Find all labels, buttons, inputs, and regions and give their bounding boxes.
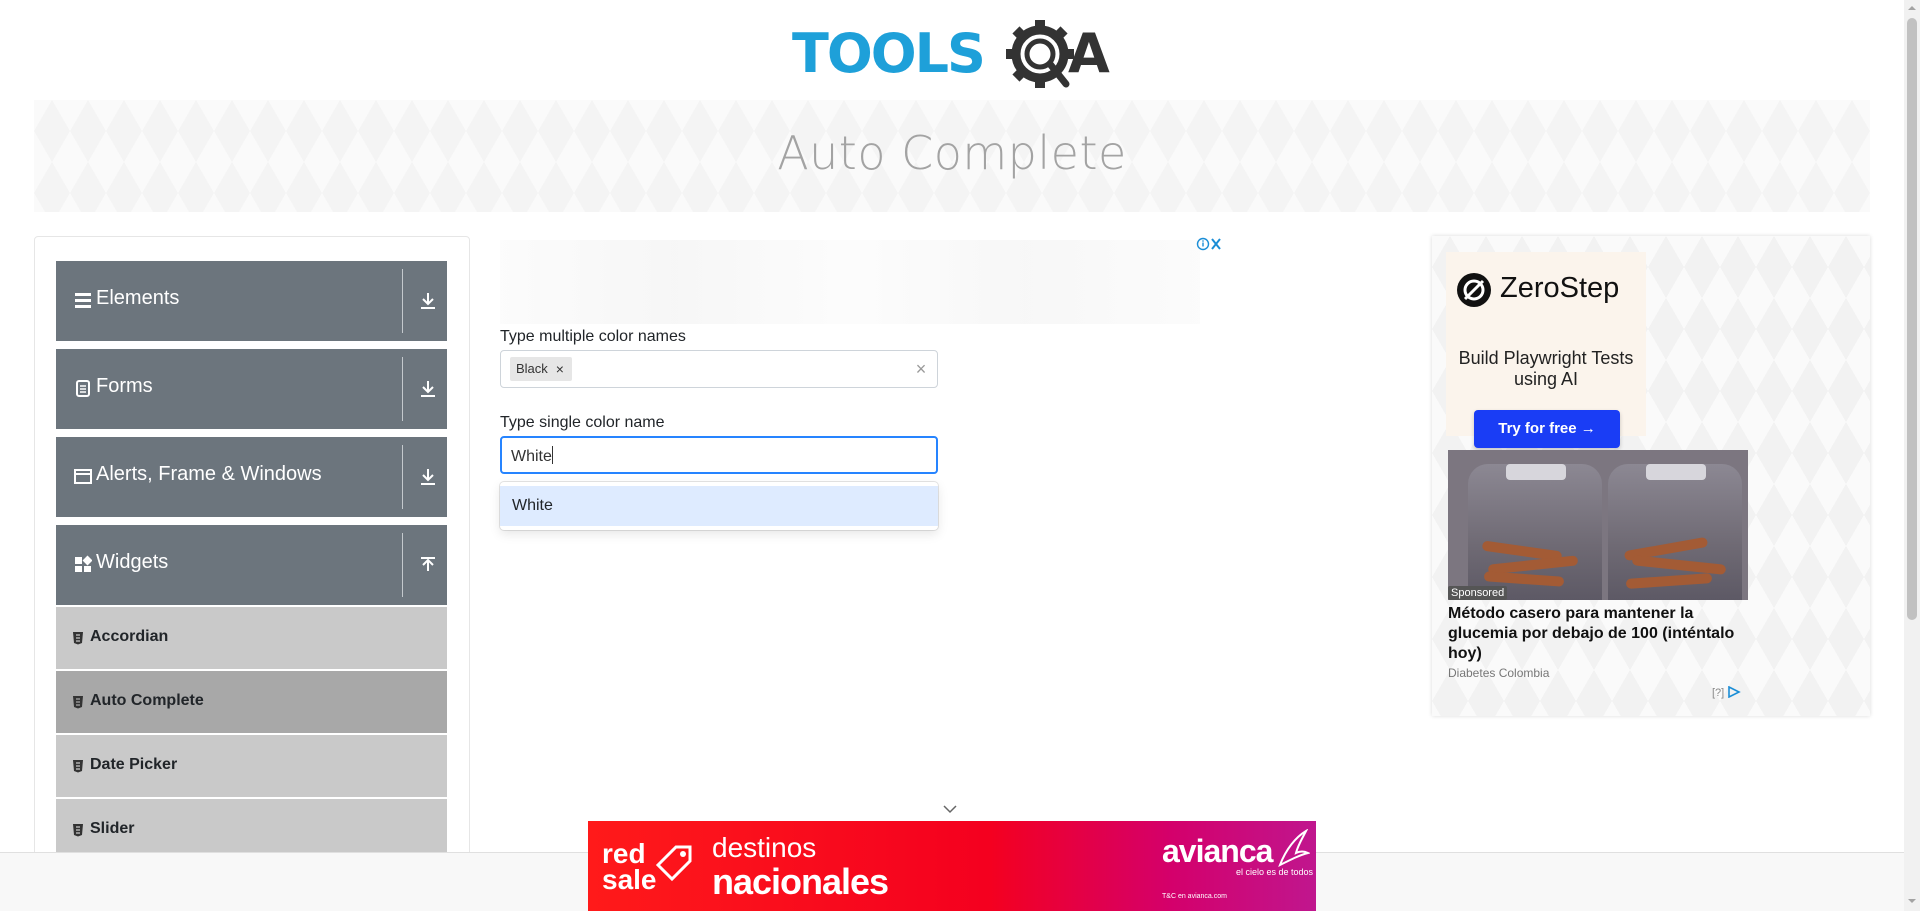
- adchoices-triangle-icon: [1728, 685, 1742, 699]
- avianca-terms: T&C en avianca.com: [1162, 893, 1227, 900]
- tag-icon: [655, 845, 692, 882]
- clear-icon[interactable]: ×: [913, 360, 929, 378]
- toolsqa-logo[interactable]: TOOLS A: [792, 14, 1114, 90]
- svg-text:TOOLS: TOOLS: [792, 22, 984, 85]
- upload-arrow-icon[interactable]: [419, 555, 437, 575]
- top-ad-slot[interactable]: [500, 236, 1226, 328]
- zerostep-logo-icon: [1457, 273, 1491, 307]
- sidebar-item-label: Slider: [90, 820, 135, 837]
- sidebar-item-auto-complete[interactable]: Auto Complete: [56, 671, 447, 733]
- divider: [402, 533, 403, 597]
- site-header: TOOLS A: [0, 0, 1904, 100]
- window-icon: [74, 469, 92, 484]
- chip-remove-icon[interactable]: ×: [552, 357, 568, 381]
- redsale-logo: red sale: [602, 840, 657, 895]
- text-caret: [551, 446, 553, 464]
- sidebar-group-alerts[interactable]: Alerts, Frame & Windows: [56, 437, 447, 517]
- sidebar-item-accordian[interactable]: Accordian: [56, 607, 447, 669]
- redsale-sale: sale: [602, 864, 657, 895]
- form-icon: [76, 380, 90, 397]
- scroll-down-arrow-icon[interactable]: [1907, 896, 1917, 906]
- scroll-up-arrow-icon[interactable]: [1907, 3, 1917, 13]
- divider: [402, 357, 403, 421]
- right-ad[interactable]: ZeroStep Build Playwright Tests using AI…: [1432, 236, 1870, 716]
- chevron-down-icon[interactable]: [942, 804, 958, 814]
- ad-placeholder: [500, 240, 1200, 324]
- ad-choices-link[interactable]: [?]: [1712, 685, 1742, 699]
- multi-color-input[interactable]: Black × ×: [500, 350, 938, 388]
- divider: [402, 269, 403, 333]
- try-for-free-button[interactable]: Try for free →: [1474, 410, 1620, 448]
- single-color-value: White: [511, 448, 552, 465]
- ad-line-nacionales: nacionales: [712, 861, 889, 902]
- single-color-label: Type single color name: [500, 414, 665, 431]
- sidebar-group-label: Alerts, Frame & Windows: [96, 463, 322, 485]
- color-chip: Black ×: [510, 357, 572, 381]
- sidebar-group-widgets[interactable]: Widgets: [56, 525, 447, 605]
- widgets-icon: [75, 555, 92, 572]
- sidebar-item-label: Date Picker: [90, 756, 178, 773]
- ad-choices-icon[interactable]: [1196, 236, 1224, 252]
- sidebar-group-label: Forms: [96, 375, 153, 397]
- sidebar-item-label: Auto Complete: [90, 692, 204, 709]
- html5-icon: [73, 760, 83, 773]
- menu-icon: [75, 293, 91, 308]
- divider: [402, 445, 403, 509]
- sponsored-badge: Sponsored: [1448, 586, 1508, 600]
- avianca-slogan: el cielo es de todos: [1236, 867, 1314, 877]
- html5-icon: [73, 824, 83, 837]
- sidebar: Elements Forms Alerts, Frame & Windows W…: [34, 236, 470, 911]
- multi-color-label: Type multiple color names: [500, 328, 686, 345]
- single-color-input[interactable]: White: [500, 436, 938, 474]
- chip-label: Black: [516, 361, 548, 376]
- download-arrow-icon[interactable]: [419, 291, 437, 311]
- avianca-logo: avianca: [1162, 833, 1273, 869]
- ad-choices-text: [?]: [1712, 687, 1725, 699]
- svg-text:A: A: [1068, 22, 1110, 85]
- ad-headline[interactable]: Método casero para mantener la glucemia …: [1448, 604, 1748, 664]
- download-arrow-icon[interactable]: [419, 379, 437, 399]
- scrollbar-thumb[interactable]: [1907, 18, 1917, 620]
- zerostep-tagline: Build Playwright Tests using AI: [1458, 348, 1634, 389]
- sidebar-item-label: Accordian: [90, 628, 169, 645]
- avianca-bird-icon: [1278, 829, 1310, 867]
- ad-line-destinos: destinos: [712, 832, 817, 863]
- ad-image[interactable]: [1448, 450, 1748, 600]
- sidebar-group-elements[interactable]: Elements: [56, 261, 447, 341]
- sidebar-group-forms[interactable]: Forms: [56, 349, 447, 429]
- zerostep-ad-panel: ZeroStep Build Playwright Tests using AI…: [1446, 252, 1646, 448]
- autocomplete-menu: White: [500, 482, 938, 530]
- sidebar-group-label: Widgets: [96, 551, 169, 573]
- html5-icon: [73, 632, 83, 645]
- zerostep-brand: ZeroStep: [1500, 272, 1620, 304]
- avianca-banner-ad[interactable]: red sale destinos nacionales avianca el …: [588, 821, 1316, 911]
- sidebar-group-label: Elements: [96, 287, 180, 309]
- ad-source: Diabetes Colombia: [1448, 666, 1550, 680]
- autocomplete-option[interactable]: White: [500, 486, 938, 526]
- page-banner: Auto Complete: [34, 100, 1870, 212]
- download-arrow-icon[interactable]: [419, 467, 437, 487]
- html5-icon: [73, 696, 83, 709]
- page-title: Auto Complete: [777, 126, 1127, 180]
- sidebar-item-date-picker[interactable]: Date Picker: [56, 735, 447, 797]
